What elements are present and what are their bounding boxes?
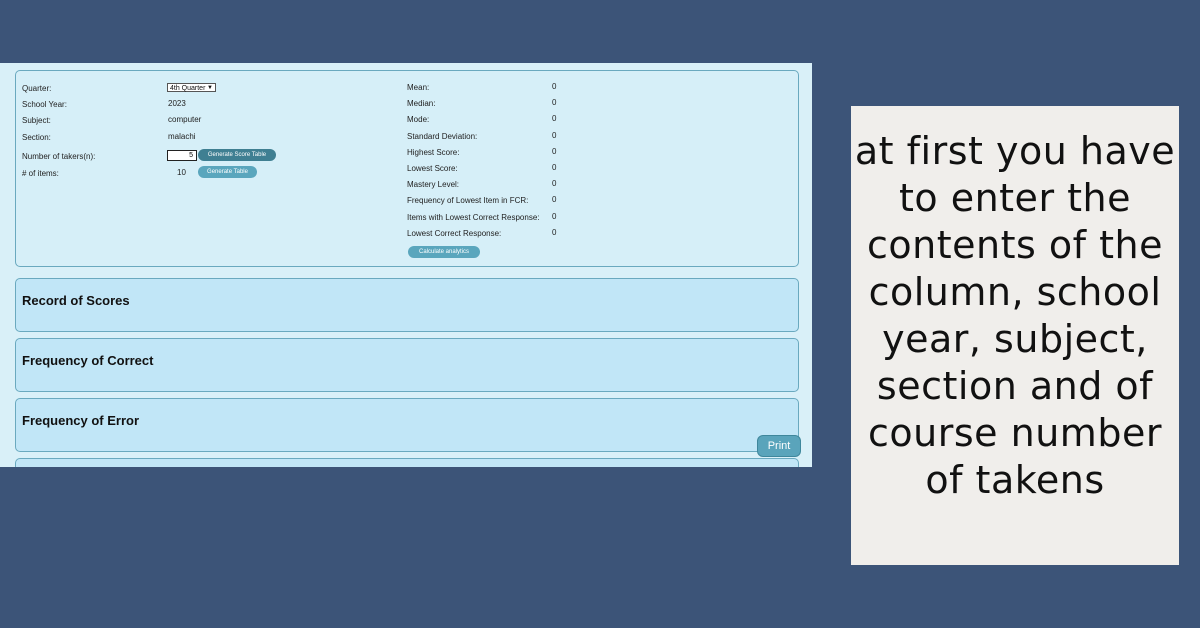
analytics-label: Mastery Level:	[407, 180, 460, 190]
analytics-label: Highest Score:	[407, 147, 460, 157]
quarter-select[interactable]: 4th Quarter ▼	[167, 83, 216, 92]
analytics-value: 0	[552, 195, 557, 205]
subject-field[interactable]: computer	[168, 115, 201, 124]
subject-label: Subject:	[22, 116, 51, 125]
next-section[interactable]	[15, 458, 799, 467]
school-year-field[interactable]: 2023	[168, 99, 186, 108]
quarter-label: Quarter:	[22, 84, 52, 93]
chevron-down-icon: ▼	[207, 85, 213, 91]
instruction-note: at first you have to enter the contents …	[851, 106, 1179, 565]
school-year-label: School Year:	[22, 100, 67, 109]
analytics-value: 0	[552, 82, 557, 91]
quarter-value: 4th Quarter	[170, 85, 206, 92]
analytics-label: Mode:	[407, 115, 430, 125]
section-title: Frequency of Error	[22, 413, 140, 428]
calculate-analytics-button[interactable]: Calculate analytics	[408, 246, 480, 258]
analytics-value: 0	[552, 146, 557, 156]
print-button[interactable]: Print	[758, 436, 800, 456]
analytics-value: 0	[552, 163, 557, 172]
frequency-of-error-section[interactable]: Frequency of Error	[15, 398, 799, 452]
record-of-scores-section[interactable]: Record of Scores	[15, 278, 799, 332]
items-label: # of items:	[22, 169, 59, 178]
section-field[interactable]: malachi	[168, 132, 196, 141]
analytics-label: Median:	[407, 99, 436, 109]
analytics-value: 0	[552, 98, 557, 108]
input-card: Quarter: 4th Quarter ▼ School Year: 2023…	[15, 70, 799, 267]
takers-input[interactable]: 5	[167, 150, 197, 161]
analytics-label: Lowest Correct Response:	[407, 228, 502, 238]
app-screenshot: Quarter: 4th Quarter ▼ School Year: 2023…	[0, 63, 812, 467]
section-title: Frequency of Correct	[22, 353, 154, 368]
analytics-value: 0	[552, 130, 557, 140]
analytics-label: Lowest Score:	[407, 164, 458, 173]
note-text: at first you have to enter the contents …	[854, 129, 1176, 502]
takers-label: Number of takers(n):	[22, 152, 96, 161]
analytics-label: Standard Deviation:	[407, 131, 478, 141]
analytics-value: 0	[552, 179, 557, 189]
analytics-value: 0	[552, 114, 557, 124]
analytics-value: 0	[552, 227, 557, 237]
frequency-of-correct-section[interactable]: Frequency of Correct	[15, 338, 799, 392]
analytics-label: Mean:	[407, 83, 430, 92]
analytics-label: Frequency of Lowest Item in FCR:	[407, 196, 529, 206]
section-title: Record of Scores	[22, 293, 130, 308]
items-field[interactable]: 10	[177, 168, 186, 177]
generate-score-table-button[interactable]: Generate Score Table	[198, 149, 276, 161]
analytics-value: 0	[552, 211, 557, 221]
section-label: Section:	[22, 133, 51, 142]
analytics-label: Items with Lowest Correct Response:	[407, 212, 540, 222]
generate-table-button[interactable]: Generate Table	[198, 166, 257, 178]
